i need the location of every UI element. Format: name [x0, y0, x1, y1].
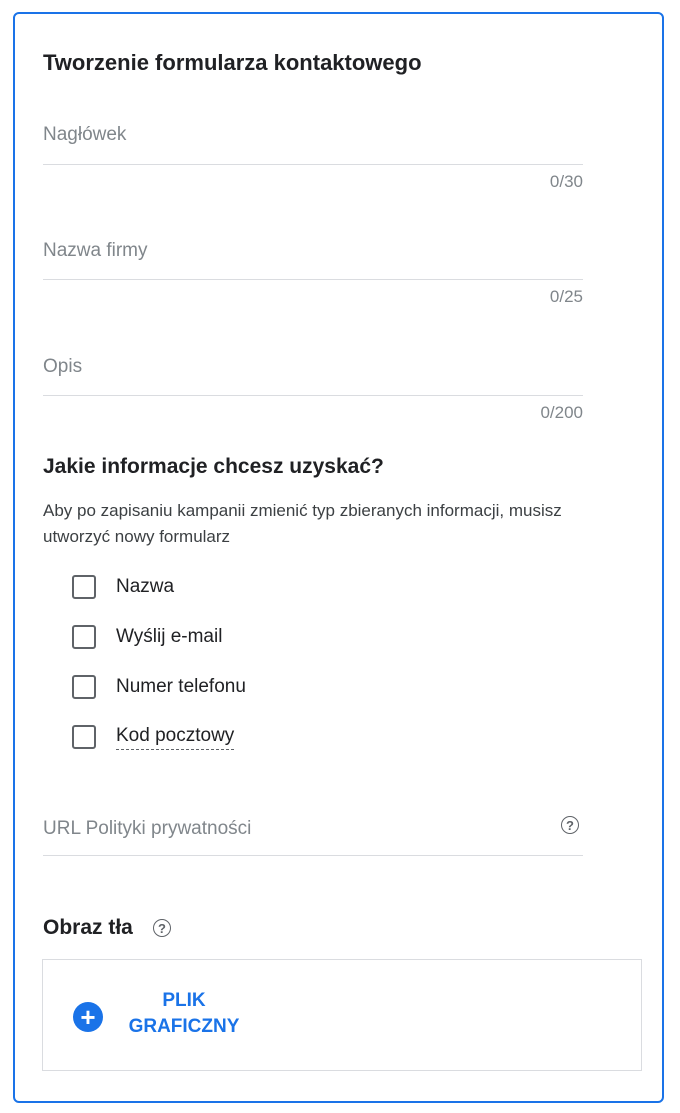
info-section-description: Aby po zapisaniu kampanii zmienić typ zb… — [43, 501, 562, 546]
contact-form-card: Tworzenie formularza kontaktowego Nagłów… — [13, 12, 664, 1103]
company-name-field-label: Nazwa firmy — [43, 240, 148, 261]
description-char-counter: 0/200 — [540, 403, 583, 422]
option-phone-label: Numer telefonu — [116, 676, 246, 697]
headline-char-counter: 0/30 — [549, 172, 583, 191]
option-postal-code[interactable]: Kod pocztowy — [72, 722, 235, 752]
option-phone[interactable]: Numer telefonu — [72, 672, 246, 702]
company-name-field-underline — [43, 279, 583, 280]
option-postal-code-label: Kod pocztowy — [116, 725, 235, 750]
upload-label-line2: GRAFICZNY — [128, 1016, 240, 1037]
option-name[interactable]: Nazwa — [72, 572, 174, 602]
option-name-checkbox[interactable] — [72, 575, 96, 599]
plus-circle-icon[interactable]: + — [73, 1002, 103, 1032]
image-upload-area[interactable]: + PLIK GRAFICZNY — [42, 959, 642, 1071]
option-phone-checkbox[interactable] — [72, 675, 96, 699]
info-section-title: Jakie informacje chcesz uzyskać? — [43, 455, 384, 478]
privacy-url-field[interactable]: URL Polityki prywatności — [43, 818, 583, 856]
upload-label-line1: PLIK — [162, 990, 206, 1011]
headline-field-label: Nagłówek — [43, 124, 127, 145]
description-field-label: Opis — [43, 356, 83, 377]
description-field[interactable]: Opis — [43, 356, 583, 396]
option-email-checkbox[interactable] — [72, 625, 96, 649]
upload-image-button[interactable]: PLIK GRAFICZNY — [123, 988, 245, 1040]
privacy-url-field-underline — [43, 855, 583, 856]
background-image-title: Obraz tła — [43, 916, 133, 939]
option-email[interactable]: Wyślij e-mail — [72, 622, 222, 652]
option-postal-code-checkbox[interactable] — [72, 725, 96, 749]
company-name-field[interactable]: Nazwa firmy — [43, 240, 583, 280]
question-mark-icon[interactable]: ? — [153, 919, 171, 937]
description-field-underline — [43, 395, 583, 396]
headline-field-underline — [43, 164, 583, 165]
option-email-label: Wyślij e-mail — [116, 626, 223, 647]
option-name-label: Nazwa — [116, 576, 175, 597]
form-title: Tworzenie formularza kontaktowego — [43, 50, 422, 75]
company-name-char-counter: 0/25 — [549, 287, 583, 306]
headline-field[interactable]: Nagłówek — [43, 124, 583, 166]
privacy-url-field-label: URL Polityki prywatności — [43, 818, 252, 839]
question-mark-icon[interactable]: ? — [561, 816, 579, 834]
